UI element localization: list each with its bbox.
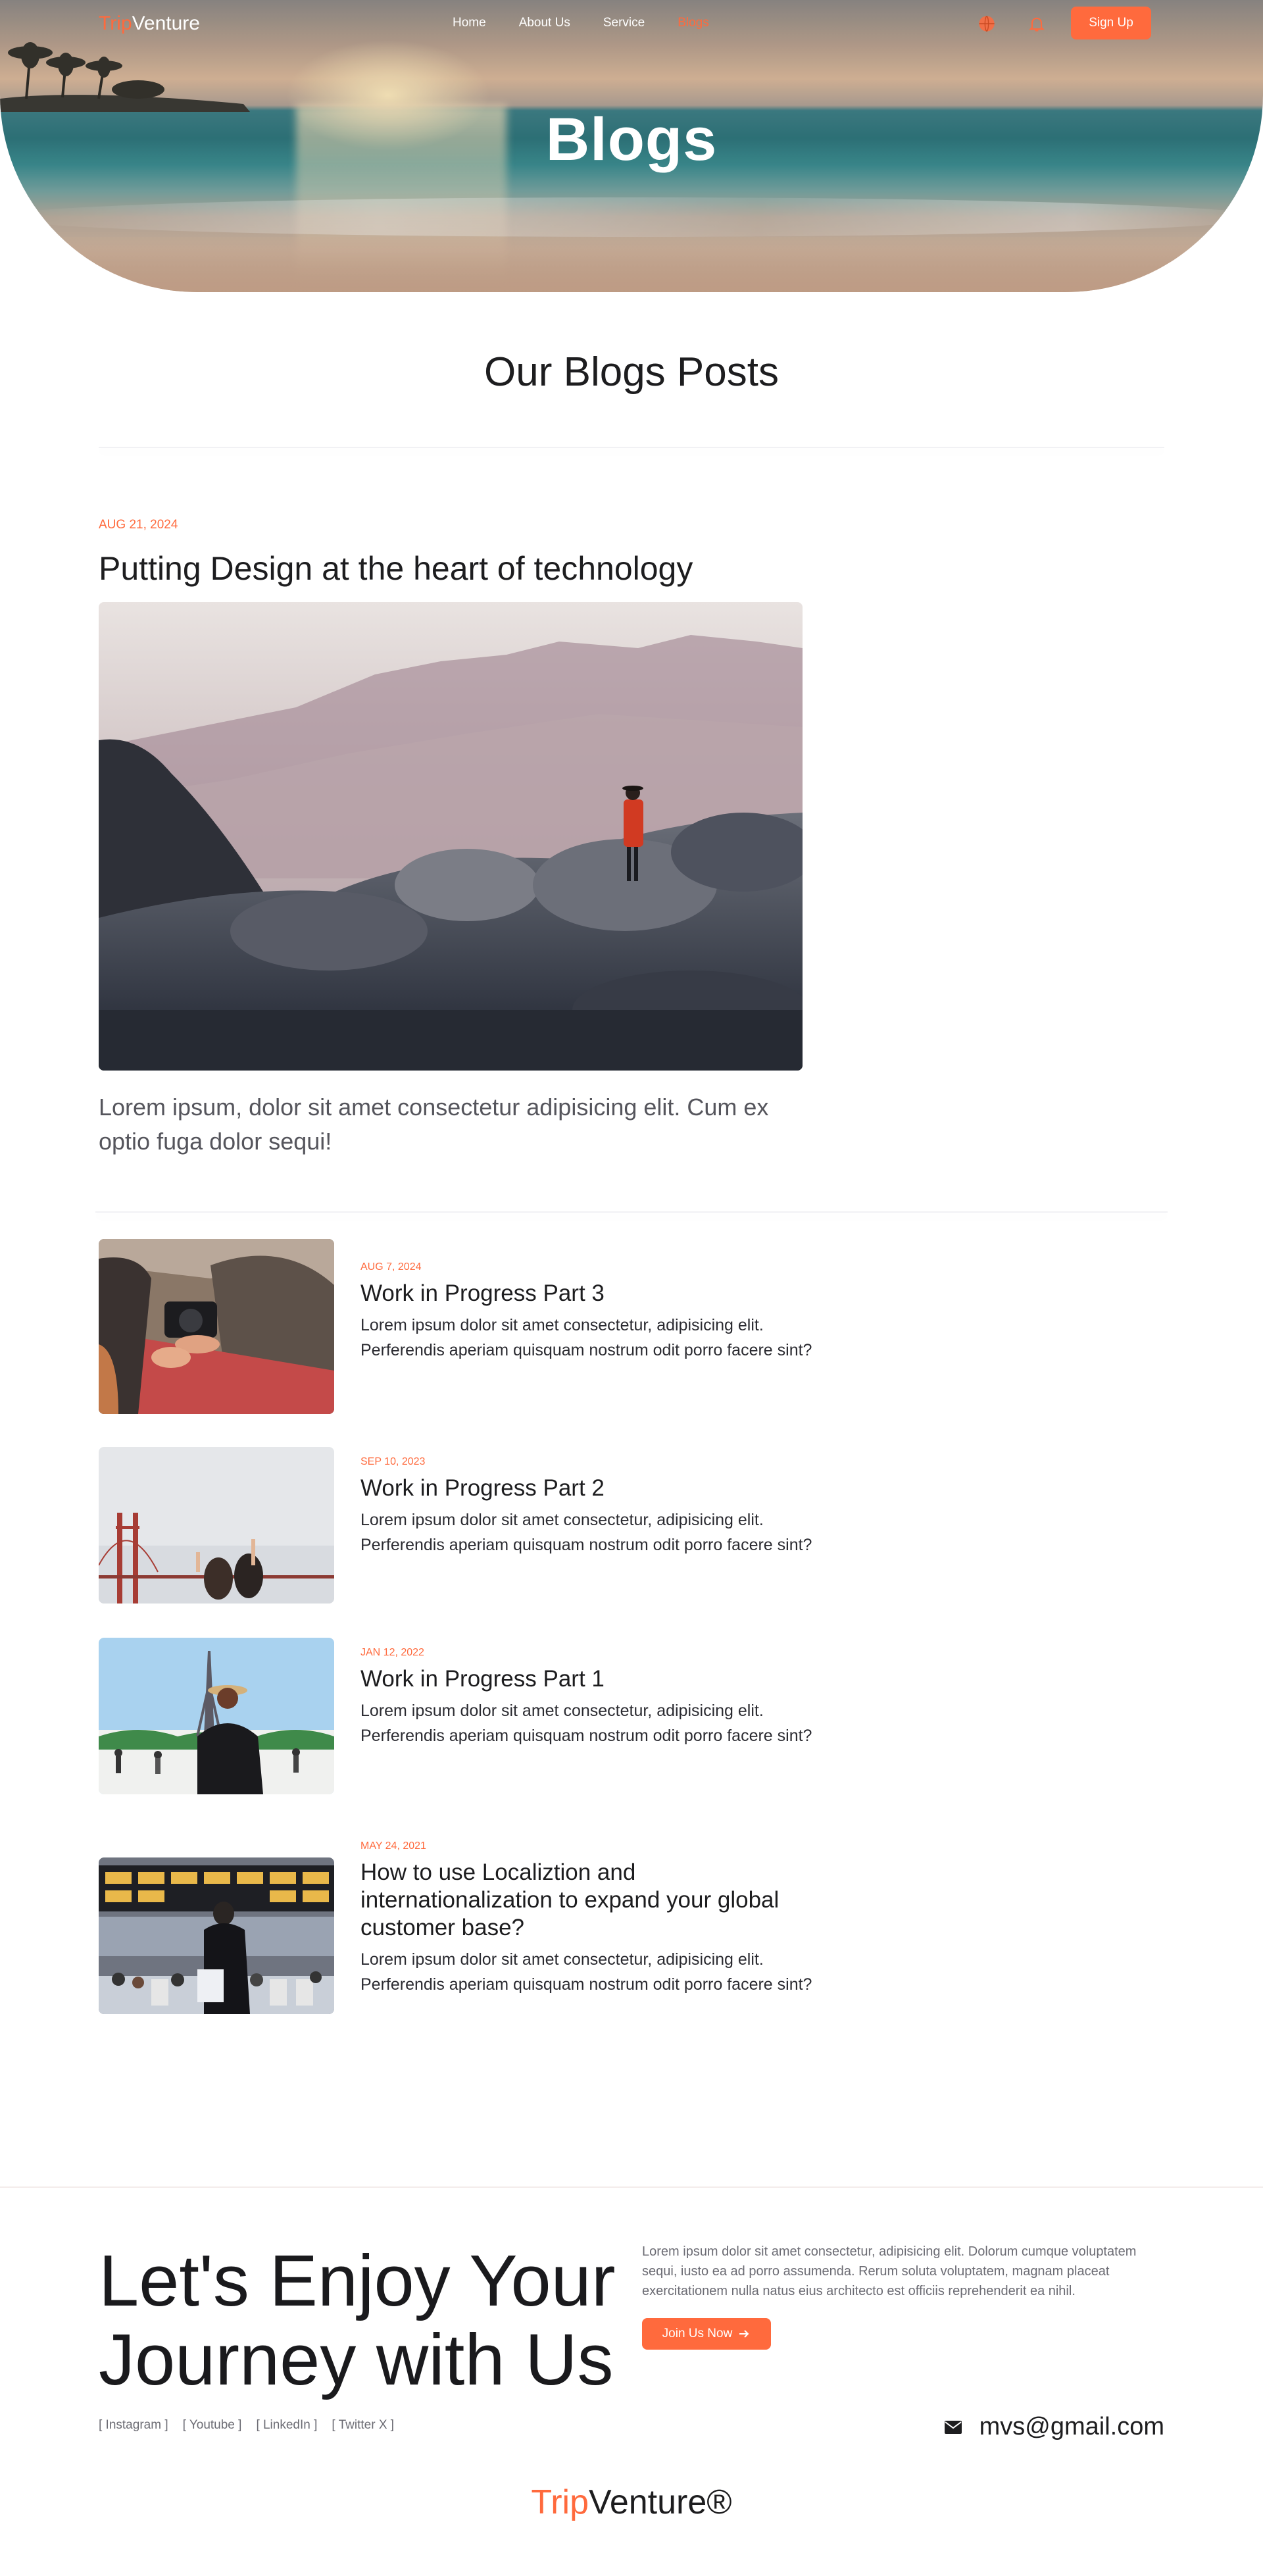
post-date: AUG 21, 2024 (99, 518, 178, 532)
eiffel-tower-photo-image (99, 1638, 334, 1794)
globe-icon[interactable] (978, 14, 996, 33)
post-excerpt: Lorem ipsum dolor sit amet consectetur, … (360, 1702, 812, 1745)
footer-headline: Let's Enjoy Your Journey with Us (99, 2242, 615, 2400)
post-thumbnail[interactable] (99, 1638, 334, 1794)
social-link-youtube[interactable]: [ Youtube ] (183, 2418, 242, 2433)
post-body: JAN 12, 2022 Work in Progress Part 1 Lor… (360, 1647, 821, 1748)
list-item[interactable]: JAN 12, 2022 Work in Progress Part 1 Lor… (99, 1638, 1263, 1857)
footer-description: Lorem ipsum dolor sit amet consectetur, … (642, 2244, 1137, 2298)
post-thumbnail[interactable] (99, 1857, 334, 2014)
nav-link-home[interactable]: Home (453, 16, 486, 30)
featured-post[interactable]: AUG 21, 2024 Putting Design at the heart… (0, 518, 1263, 1159)
post-excerpt: Lorem ipsum dolor sit amet consectetur, … (360, 1950, 812, 1994)
featured-post-image[interactable] (99, 602, 803, 1071)
email-address: mvs@gmail.com (979, 2413, 1164, 2440)
join-us-label: Join Us Now (662, 2327, 733, 2340)
hero-banner: TripVenture Home About Us Service Blogs … (0, 0, 1263, 292)
post-body: AUG 7, 2024 Work in Progress Part 3 Lore… (360, 1261, 821, 1363)
post-date: SEP 10, 2023 (360, 1456, 426, 1467)
post-title[interactable]: Work in Progress Part 1 (360, 1665, 821, 1693)
post-date: JAN 12, 2022 (360, 1647, 424, 1658)
sign-up-button[interactable]: Sign Up (1071, 7, 1151, 39)
post-title[interactable]: Work in Progress Part 3 (360, 1280, 821, 1307)
logo-accent: Trip (99, 13, 132, 34)
post-thumbnail[interactable] (99, 1447, 334, 1604)
camera-photo-image (99, 1239, 334, 1414)
post-excerpt: Lorem ipsum, dolor sit amet consectetur … (99, 1094, 769, 1155)
nav-link-about[interactable]: About Us (519, 16, 570, 30)
footer: Let's Enjoy Your Journey with Us Lorem i… (0, 2186, 1263, 2576)
section-title: Our Blogs Posts (484, 349, 779, 395)
post-title[interactable]: Work in Progress Part 2 (360, 1475, 821, 1502)
post-date: MAY 24, 2021 (360, 1840, 426, 1852)
post-thumbnail[interactable] (99, 1239, 334, 1414)
footer-headline-line2: Journey with Us (99, 2319, 614, 2400)
list-item[interactable]: AUG 7, 2024 Work in Progress Part 3 Lore… (99, 1239, 1263, 1447)
post-title[interactable]: Putting Design at the heart of technolog… (99, 549, 1263, 588)
social-link-twitter[interactable]: [ Twitter X ] (332, 2418, 394, 2433)
join-us-button[interactable]: Join Us Now (642, 2318, 771, 2350)
list-item[interactable]: SEP 10, 2023 Work in Progress Part 2 Lor… (99, 1447, 1263, 1638)
divider (99, 447, 1164, 448)
post-excerpt: Lorem ipsum dolor sit amet consectetur, … (360, 1316, 812, 1359)
page-title: Blogs (545, 106, 718, 173)
golden-gate-photo-image (99, 1447, 334, 1604)
post-list: AUG 7, 2024 Work in Progress Part 3 Lore… (0, 1239, 1263, 2186)
nav-link-service[interactable]: Service (603, 16, 645, 30)
top-navigation: TripVenture Home About Us Service Blogs … (0, 0, 1263, 46)
post-date: AUG 7, 2024 (360, 1261, 422, 1273)
post-body: MAY 24, 2021 How to use Localiztion and … (360, 1840, 821, 1997)
social-link-linkedin[interactable]: [ LinkedIn ] (256, 2418, 317, 2433)
post-body: SEP 10, 2023 Work in Progress Part 2 Lor… (360, 1456, 821, 1557)
nav-link-blogs[interactable]: Blogs (678, 16, 709, 30)
social-link-instagram[interactable]: [ Instagram ] (99, 2418, 168, 2433)
airport-photo-image (99, 1857, 334, 2014)
brand-logo[interactable]: TripVenture (99, 13, 200, 35)
footer-headline-line1: Let's Enjoy Your (99, 2240, 616, 2321)
post-excerpt: Lorem ipsum dolor sit amet consectetur, … (360, 1511, 812, 1554)
nav-links: Home About Us Service Blogs (453, 16, 709, 30)
mountain-hiker-image (99, 602, 803, 1071)
contact-email[interactable]: mvs@gmail.com (944, 2413, 1164, 2441)
logo-text: Venture® (589, 2483, 732, 2521)
arrow-right-icon (739, 2330, 749, 2338)
post-title[interactable]: How to use Localiztion and international… (360, 1859, 821, 1942)
footer-logo[interactable]: TripVenture® (0, 2483, 1263, 2522)
logo-text: Venture (132, 13, 200, 34)
mail-icon (944, 2420, 962, 2434)
social-links: [ Instagram ] [ Youtube ] [ LinkedIn ] [… (99, 2418, 394, 2433)
divider (95, 1211, 1168, 1213)
logo-accent: Trip (531, 2483, 589, 2521)
list-item[interactable]: MAY 24, 2021 How to use Localiztion and … (99, 1840, 1263, 2186)
bell-icon[interactable] (1028, 14, 1046, 33)
